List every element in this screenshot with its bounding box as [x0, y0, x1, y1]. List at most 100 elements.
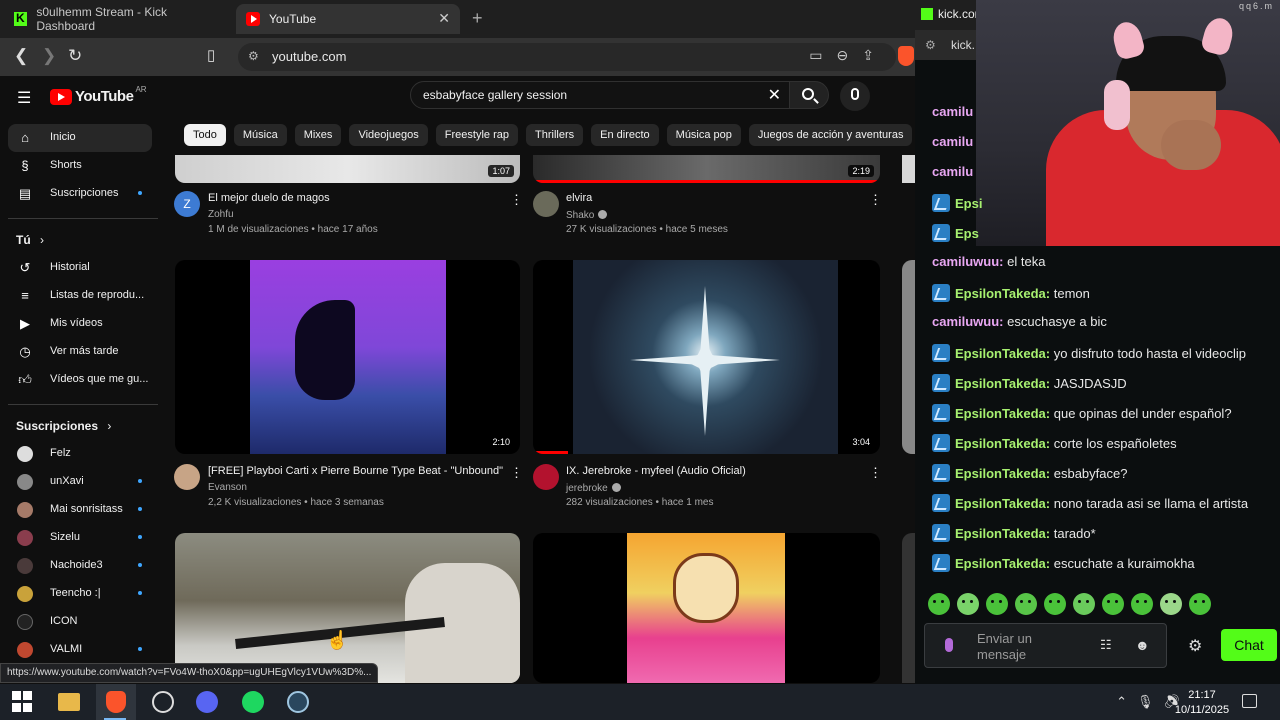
- video-thumbnail-partial[interactable]: [902, 260, 915, 454]
- chat-username[interactable]: EpsilonTakeda:: [955, 376, 1050, 391]
- emote-icon[interactable]: [1102, 593, 1124, 615]
- sidebar-sub-felz[interactable]: Felz: [8, 440, 152, 468]
- chat-username[interactable]: EpsilonTakeda:: [955, 286, 1050, 301]
- windows-start-icon[interactable]: [12, 691, 34, 713]
- more-options-icon[interactable]: ⋮: [510, 465, 523, 481]
- emote-picker-icon[interactable]: ☷: [1100, 637, 1112, 653]
- obs-icon[interactable]: [152, 691, 174, 713]
- sidebar-item-history[interactable]: ↺ Historial: [8, 254, 152, 282]
- chip-music[interactable]: Música: [233, 124, 287, 146]
- address-bar[interactable]: ⚙ youtube.com ▭⊖⇪: [238, 43, 896, 71]
- video-thumbnail[interactable]: [533, 533, 880, 683]
- discord-icon[interactable]: [196, 691, 218, 713]
- emote-icon[interactable]: [928, 593, 950, 615]
- sidebar-item-your-videos[interactable]: ▶ Mis vídeos: [8, 310, 152, 338]
- chip-live[interactable]: En directo: [591, 124, 659, 146]
- brave-shield-icon[interactable]: [898, 46, 914, 66]
- kick-tab-title[interactable]: kick.cor: [938, 7, 979, 21]
- spotify-icon[interactable]: [242, 691, 264, 713]
- channel-name[interactable]: Zohfu: [208, 209, 234, 220]
- brave-taskbar-active[interactable]: [96, 684, 136, 720]
- video-thumbnail[interactable]: 2:19: [533, 155, 880, 183]
- video-thumbnail[interactable]: [175, 533, 520, 683]
- video-title[interactable]: IX. Jerebroke - myfeel (Audio Oficial): [566, 465, 746, 477]
- chat-username[interactable]: camilu: [932, 134, 973, 149]
- subscriptions-section-header[interactable]: Suscripciones ›: [16, 419, 111, 433]
- emote-icon[interactable]: [1131, 593, 1153, 615]
- sidebar-item-watch-later[interactable]: ◷ Ver más tarde: [8, 338, 152, 366]
- emote-icon[interactable]: [1015, 593, 1037, 615]
- reload-icon[interactable]: ↻: [68, 46, 82, 66]
- youtube-logo[interactable]: YouTube AR: [50, 85, 147, 105]
- sidebar-sub-teencho[interactable]: Teencho :|: [8, 580, 152, 608]
- chat-username[interactable]: EpsilonTakeda:: [955, 346, 1050, 361]
- back-icon[interactable]: ❮: [14, 46, 28, 66]
- sidebar-item-subscriptions[interactable]: ▤ Suscripciones: [8, 180, 152, 208]
- channel-name[interactable]: Shako: [566, 209, 608, 221]
- more-options-icon[interactable]: ⋮: [869, 192, 882, 208]
- site-info-icon[interactable]: ⚙: [925, 38, 936, 52]
- file-explorer-icon[interactable]: [58, 693, 80, 711]
- sidebar-sub-mai-sonrisitass[interactable]: Mai sonrisitass: [8, 496, 152, 524]
- video-title[interactable]: elvira: [566, 192, 592, 204]
- chat-username[interactable]: EpsilonTakeda:: [955, 496, 1050, 511]
- chat-username[interactable]: EpsilonTakeda:: [955, 466, 1050, 481]
- sidebar-item-home[interactable]: ⌂ Inicio: [8, 124, 152, 152]
- video-title[interactable]: El mejor duelo de magos: [208, 192, 330, 204]
- more-options-icon[interactable]: ⋮: [510, 192, 523, 208]
- sidebar-item-playlists[interactable]: ≡ Listas de reprodu...: [8, 282, 152, 310]
- search-input[interactable]: esbabyface gallery session ✕: [410, 81, 790, 109]
- sidebar-sub-nachoide3[interactable]: Nachoide3: [8, 552, 152, 580]
- chip-thrillers[interactable]: Thrillers: [526, 124, 584, 146]
- sidebar-item-liked-videos[interactable]: 👍︎ Vídeos que me gu...: [8, 366, 152, 394]
- sidebar-sub-unxavi[interactable]: unXavi: [8, 468, 152, 496]
- close-tab-icon[interactable]: ✕: [438, 10, 450, 27]
- taskbar-clock[interactable]: 21:17 10/11/2025: [1172, 688, 1232, 718]
- channel-name[interactable]: jerebroke: [566, 482, 621, 494]
- steam-icon[interactable]: [287, 691, 309, 713]
- search-button[interactable]: [789, 81, 829, 109]
- channel-avatar[interactable]: Z: [174, 191, 200, 217]
- chat-username[interactable]: EpsilonTakeda:: [955, 406, 1050, 421]
- video-title[interactable]: [FREE] Playboi Carti x Pierre Bourne Typ…: [208, 465, 503, 477]
- tab-youtube[interactable]: YouTube ✕: [236, 4, 460, 34]
- emote-icon[interactable]: [1044, 593, 1066, 615]
- chat-username[interactable]: camilu: [932, 164, 973, 179]
- gear-icon[interactable]: ⚙: [1188, 636, 1202, 656]
- emote-icon[interactable]: [1160, 593, 1182, 615]
- chat-username[interactable]: EpsilonTakeda:: [955, 436, 1050, 451]
- menu-icon[interactable]: ☰: [17, 88, 31, 108]
- emote-icon[interactable]: [1073, 593, 1095, 615]
- bookmark-icon[interactable]: ▯: [207, 46, 215, 64]
- channel-avatar[interactable]: [174, 464, 200, 490]
- address-bar-actions[interactable]: ▭⊖⇪: [809, 47, 888, 64]
- sidebar-sub-valmi[interactable]: VALMI: [8, 636, 152, 664]
- more-options-icon[interactable]: ⋮: [869, 465, 882, 481]
- chip-videogames[interactable]: Videojuegos: [349, 124, 428, 146]
- you-section-header[interactable]: Tú ›: [16, 233, 44, 247]
- sidebar-sub-icon[interactable]: ICON: [8, 608, 152, 636]
- clear-search-icon[interactable]: ✕: [768, 85, 781, 105]
- forward-icon[interactable]: ❯: [42, 46, 56, 66]
- chat-send-button[interactable]: Chat: [1221, 629, 1277, 661]
- chat-username[interactable]: Eps: [955, 226, 979, 241]
- chat-username[interactable]: camiluwuu:: [932, 314, 1004, 329]
- new-tab-button[interactable]: +: [472, 8, 483, 29]
- video-thumbnail[interactable]: 2:10: [175, 260, 520, 454]
- chip-pop-music[interactable]: Música pop: [666, 124, 741, 146]
- emote-icon[interactable]: [957, 593, 979, 615]
- emote-icon[interactable]: [986, 593, 1008, 615]
- microphone-icon[interactable]: [945, 638, 953, 652]
- smiley-icon[interactable]: ☻: [1135, 637, 1150, 653]
- channel-avatar[interactable]: [533, 464, 559, 490]
- chat-username[interactable]: EpsilonTakeda:: [955, 526, 1050, 541]
- notifications-icon[interactable]: [1242, 694, 1257, 708]
- chat-username[interactable]: Epsi: [955, 196, 982, 211]
- chat-username[interactable]: camiluwuu:: [932, 254, 1004, 269]
- video-thumbnail-partial[interactable]: [902, 155, 915, 183]
- sidebar-sub-sizelu[interactable]: Sizelu: [8, 524, 152, 552]
- sidebar-item-shorts[interactable]: § Shorts: [8, 152, 152, 180]
- emote-icon[interactable]: [1189, 593, 1211, 615]
- channel-avatar[interactable]: [533, 191, 559, 217]
- chip-action-adventure[interactable]: Juegos de acción y aventuras: [748, 124, 913, 146]
